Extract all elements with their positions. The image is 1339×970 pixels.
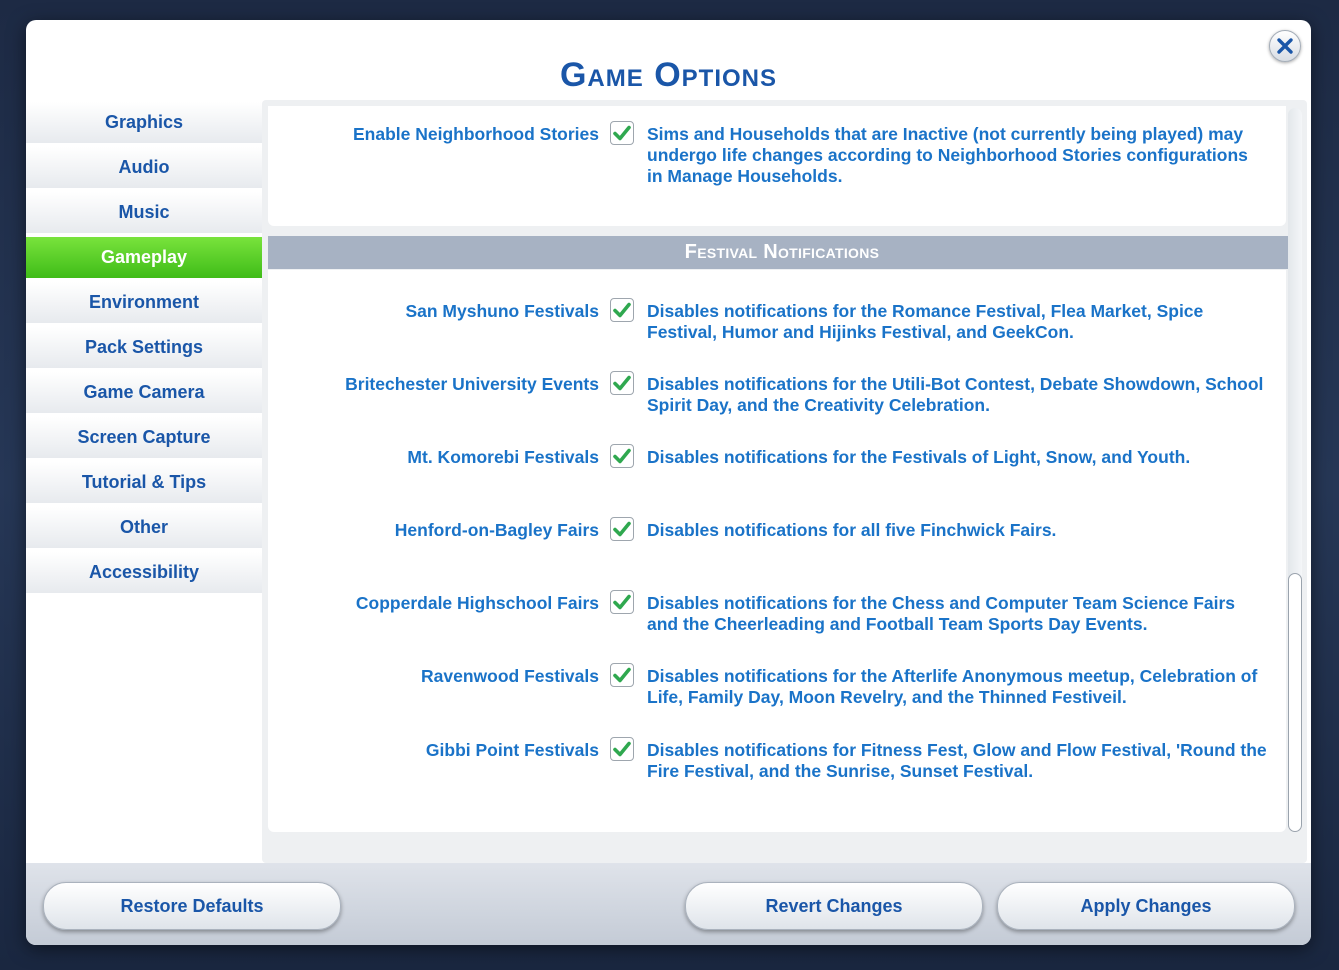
apply-changes-button[interactable]: Apply Changes [997, 882, 1295, 930]
option-row: Britechester University Events Disables … [268, 371, 1288, 416]
option-label[interactable]: Henford-on-Bagley Fairs [268, 520, 599, 541]
option-checkbox[interactable] [610, 663, 634, 687]
option-checkbox[interactable] [610, 517, 634, 541]
option-label[interactable]: Gibbi Point Festivals [268, 740, 599, 761]
option-checkbox[interactable] [610, 590, 634, 614]
checkmark-icon [613, 521, 631, 537]
option-row: Gibbi Point Festivals Disables notificat… [268, 737, 1288, 782]
option-label[interactable]: Ravenwood Festivals [268, 666, 599, 687]
restore-defaults-button[interactable]: Restore Defaults [43, 882, 341, 930]
sidebar-item-gameplay[interactable]: Gameplay [26, 237, 262, 278]
sidebar-item-audio[interactable]: Audio [26, 147, 262, 188]
option-label[interactable]: Enable Neighborhood Stories [268, 124, 599, 145]
options-content: Enable Neighborhood Stories Sims and Hou… [262, 100, 1307, 863]
option-row: Copperdale Highschool Fairs Disables not… [268, 590, 1288, 635]
close-button[interactable] [1269, 30, 1301, 62]
checkmark-icon [613, 125, 631, 141]
option-checkbox[interactable] [610, 298, 634, 322]
option-label[interactable]: San Myshuno Festivals [268, 301, 599, 322]
option-row: Henford-on-Bagley Fairs Disables notific… [268, 517, 1288, 541]
option-description: Disables notifications for the Romance F… [647, 301, 1204, 342]
option-description: Disables notifications for the Chess and… [647, 593, 1236, 634]
option-checkbox[interactable] [610, 737, 634, 761]
option-description: Disables notifications for all five Finc… [647, 520, 1057, 540]
sidebar-item-music[interactable]: Music [26, 192, 262, 233]
game-options-dialog: Game Options Graphics Audio Music Gamepl… [26, 20, 1311, 945]
option-checkbox[interactable] [610, 121, 634, 145]
sidebar: Graphics Audio Music Gameplay Environmen… [26, 102, 262, 597]
option-description: Disables notifications for the Utili-Bot… [647, 374, 1264, 415]
checkmark-icon [613, 741, 631, 757]
checkmark-icon [613, 302, 631, 318]
option-label[interactable]: Mt. Komorebi Festivals [268, 447, 599, 468]
option-label[interactable]: Copperdale Highschool Fairs [268, 593, 599, 614]
checkmark-icon [613, 448, 631, 464]
sidebar-item-game-camera[interactable]: Game Camera [26, 372, 262, 413]
checkmark-icon [613, 594, 631, 610]
close-icon [1277, 38, 1293, 54]
section-header: Festival Notifications [268, 236, 1296, 269]
option-row: San Myshuno Festivals Disables notificat… [268, 298, 1288, 343]
option-description: Disables notifications for the Afterlife… [647, 666, 1258, 707]
option-description: Disables notifications for Fitness Fest,… [647, 740, 1267, 781]
option-description: Sims and Households that are Inactive (n… [647, 124, 1248, 186]
sidebar-item-screen-capture[interactable]: Screen Capture [26, 417, 262, 458]
sidebar-item-other[interactable]: Other [26, 507, 262, 548]
revert-changes-button[interactable]: Revert Changes [685, 882, 983, 930]
option-row: Mt. Komorebi Festivals Disables notifica… [268, 444, 1288, 468]
option-row: Enable Neighborhood Stories Sims and Hou… [268, 121, 1288, 187]
options-panel-bottom: San Myshuno Festivals Disables notificat… [268, 270, 1286, 832]
sidebar-item-accessibility[interactable]: Accessibility [26, 552, 262, 593]
options-panel-top: Enable Neighborhood Stories Sims and Hou… [268, 106, 1286, 226]
checkmark-icon [613, 667, 631, 683]
checkmark-icon [613, 375, 631, 391]
option-checkbox[interactable] [610, 444, 634, 468]
dialog-title: Game Options [559, 56, 777, 94]
sidebar-item-graphics[interactable]: Graphics [26, 102, 262, 143]
sidebar-item-pack-settings[interactable]: Pack Settings [26, 327, 262, 368]
dialog-footer: Restore Defaults Revert Changes Apply Ch… [26, 863, 1311, 945]
option-checkbox[interactable] [610, 371, 634, 395]
option-label[interactable]: Britechester University Events [268, 374, 599, 395]
option-row: Ravenwood Festivals Disables notificatio… [268, 663, 1288, 708]
scrollbar-thumb[interactable] [1288, 573, 1302, 832]
sidebar-item-environment[interactable]: Environment [26, 282, 262, 323]
sidebar-item-tutorial-tips[interactable]: Tutorial & Tips [26, 462, 262, 503]
option-description: Disables notifications for the Festivals… [647, 447, 1191, 467]
